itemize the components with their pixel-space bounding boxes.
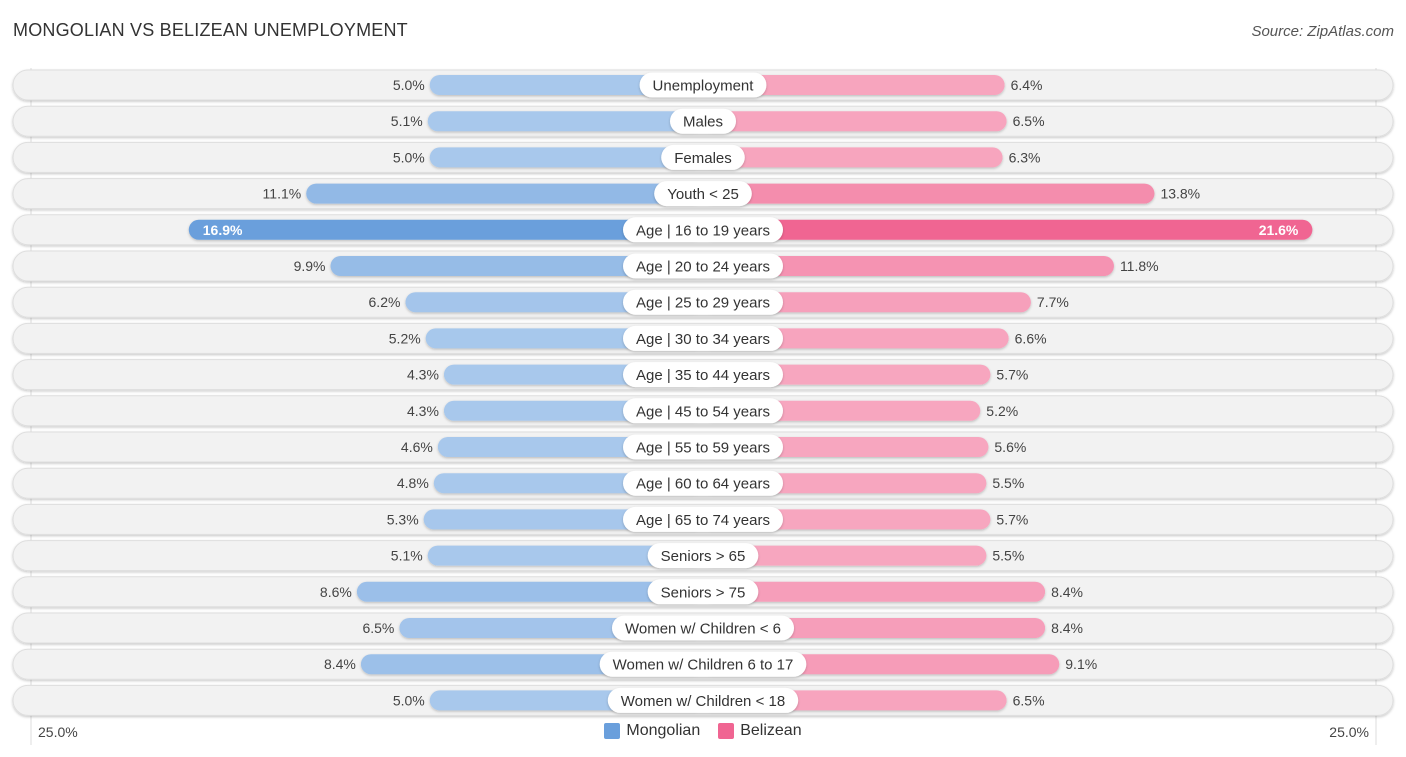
chart-row[interactable]: Seniors > 75 8.6% 8.4% bbox=[12, 576, 1394, 608]
value-label-mongolian: 5.0% bbox=[393, 692, 425, 708]
chart-row[interactable]: Age | 30 to 34 years 5.2% 6.6% bbox=[12, 322, 1394, 354]
value-label-mongolian: 4.6% bbox=[401, 439, 433, 455]
bar-belizean bbox=[703, 183, 1155, 204]
value-label-mongolian: 11.1% bbox=[263, 186, 302, 202]
bar-mongolian bbox=[306, 183, 703, 204]
value-label-belizean: 6.3% bbox=[1009, 149, 1041, 165]
value-label-mongolian: 16.9% bbox=[203, 222, 243, 238]
value-label-belizean: 5.5% bbox=[992, 548, 1024, 564]
chart-row[interactable]: Age | 20 to 24 years 9.9% 11.8% bbox=[12, 250, 1394, 282]
chart-row[interactable]: Women w/ Children 6 to 17 8.4% 9.1% bbox=[12, 648, 1394, 680]
value-label-mongolian: 6.5% bbox=[362, 620, 394, 636]
legend-item-mongolian[interactable]: Mongolian bbox=[604, 722, 700, 740]
value-label-mongolian: 5.3% bbox=[387, 511, 419, 527]
category-label: Females bbox=[674, 150, 732, 167]
value-label-belizean: 5.5% bbox=[992, 475, 1024, 491]
category-label: Age | 20 to 24 years bbox=[636, 259, 770, 276]
category-label: Age | 25 to 29 years bbox=[636, 295, 770, 312]
category-label: Age | 16 to 19 years bbox=[636, 222, 770, 239]
category-label: Seniors > 65 bbox=[661, 548, 746, 565]
legend-item-belizean[interactable]: Belizean bbox=[718, 722, 802, 740]
category-label: Unemployment bbox=[653, 78, 755, 95]
category-label: Males bbox=[683, 114, 723, 131]
category-label: Age | 65 to 74 years bbox=[636, 512, 770, 529]
chart-row[interactable]: Males 5.1% 6.5% bbox=[12, 105, 1394, 137]
value-label-belizean: 5.6% bbox=[994, 439, 1026, 455]
value-label-belizean: 6.6% bbox=[1015, 330, 1047, 346]
value-label-belizean: 9.1% bbox=[1065, 656, 1097, 672]
category-label: Women w/ Children < 6 bbox=[625, 621, 781, 638]
category-label: Seniors > 75 bbox=[661, 584, 746, 601]
legend: Mongolian Belizean bbox=[0, 722, 1406, 740]
category-label: Age | 45 to 54 years bbox=[636, 403, 770, 420]
value-label-mongolian: 5.0% bbox=[393, 149, 425, 165]
chart-row[interactable]: Age | 16 to 19 years 16.9% 21.6% bbox=[12, 214, 1394, 246]
chart-row[interactable]: Unemployment 5.0% 6.4% bbox=[12, 69, 1394, 101]
category-label: Age | 35 to 44 years bbox=[636, 367, 770, 384]
chart-row[interactable]: Age | 25 to 29 years 6.2% 7.7% bbox=[12, 286, 1394, 318]
chart-row[interactable]: Seniors > 65 5.1% 5.5% bbox=[12, 540, 1394, 572]
legend-swatch-mongolian bbox=[604, 723, 621, 739]
value-label-belizean: 8.4% bbox=[1051, 584, 1083, 600]
category-label: Age | 60 to 64 years bbox=[636, 476, 770, 493]
category-label: Age | 55 to 59 years bbox=[636, 440, 770, 457]
legend-label-belizean: Belizean bbox=[740, 722, 802, 739]
value-label-belizean: 6.5% bbox=[1013, 113, 1045, 129]
value-label-mongolian: 9.9% bbox=[294, 258, 326, 274]
value-label-mongolian: 4.8% bbox=[397, 475, 429, 491]
value-label-mongolian: 4.3% bbox=[407, 367, 439, 383]
value-label-mongolian: 8.4% bbox=[324, 656, 356, 672]
value-label-belizean: 13.8% bbox=[1160, 186, 1200, 202]
category-label: Women w/ Children < 18 bbox=[621, 693, 785, 710]
chart-row[interactable]: Women w/ Children < 18 5.0% 6.5% bbox=[12, 684, 1394, 716]
value-label-belizean: 8.4% bbox=[1051, 620, 1083, 636]
bar-mongolian bbox=[427, 111, 703, 132]
bar-belizean bbox=[703, 111, 1007, 132]
chart-row[interactable]: Age | 55 to 59 years 4.6% 5.6% bbox=[12, 431, 1394, 463]
value-label-mongolian: 6.2% bbox=[369, 294, 401, 310]
category-label: Age | 30 to 34 years bbox=[636, 331, 770, 348]
chart-row[interactable]: Age | 45 to 54 years 4.3% 5.2% bbox=[12, 395, 1394, 427]
chart-row[interactable]: Youth < 25 11.1% 13.8% bbox=[12, 178, 1394, 210]
diverging-bar-chart: Unemployment 5.0% 6.4% Males 5.1% 6.5% Females… bbox=[12, 68, 1394, 745]
bar-belizean bbox=[703, 219, 1313, 240]
value-label-belizean: 6.5% bbox=[1013, 692, 1045, 708]
value-label-belizean: 5.7% bbox=[996, 511, 1028, 527]
chart-row[interactable]: Age | 60 to 64 years 4.8% 5.5% bbox=[12, 467, 1394, 499]
chart-row[interactable]: Females 5.0% 6.3% bbox=[12, 141, 1394, 173]
value-label-belizean: 21.6% bbox=[1259, 222, 1299, 238]
value-label-belizean: 5.7% bbox=[996, 367, 1028, 383]
value-label-belizean: 11.8% bbox=[1120, 258, 1159, 274]
value-label-mongolian: 4.3% bbox=[407, 403, 439, 419]
value-label-belizean: 7.7% bbox=[1037, 294, 1069, 310]
value-label-mongolian: 5.2% bbox=[389, 330, 421, 346]
legend-swatch-belizean bbox=[718, 723, 735, 739]
chart-row[interactable]: Age | 65 to 74 years 5.3% 5.7% bbox=[12, 503, 1394, 535]
bar-belizean bbox=[703, 147, 1003, 168]
legend-label-mongolian: Mongolian bbox=[626, 722, 701, 739]
category-label: Youth < 25 bbox=[667, 186, 739, 203]
chart-row[interactable]: Women w/ Children < 6 6.5% 8.4% bbox=[12, 612, 1394, 644]
value-label-mongolian: 5.0% bbox=[393, 77, 425, 93]
value-label-belizean: 6.4% bbox=[1011, 77, 1043, 93]
value-label-mongolian: 5.1% bbox=[391, 548, 423, 564]
value-label-mongolian: 8.6% bbox=[320, 584, 352, 600]
value-label-belizean: 5.2% bbox=[986, 403, 1018, 419]
value-label-mongolian: 5.1% bbox=[391, 113, 423, 129]
category-label: Women w/ Children 6 to 17 bbox=[613, 657, 794, 674]
chart-row[interactable]: Age | 35 to 44 years 4.3% 5.7% bbox=[12, 359, 1394, 391]
